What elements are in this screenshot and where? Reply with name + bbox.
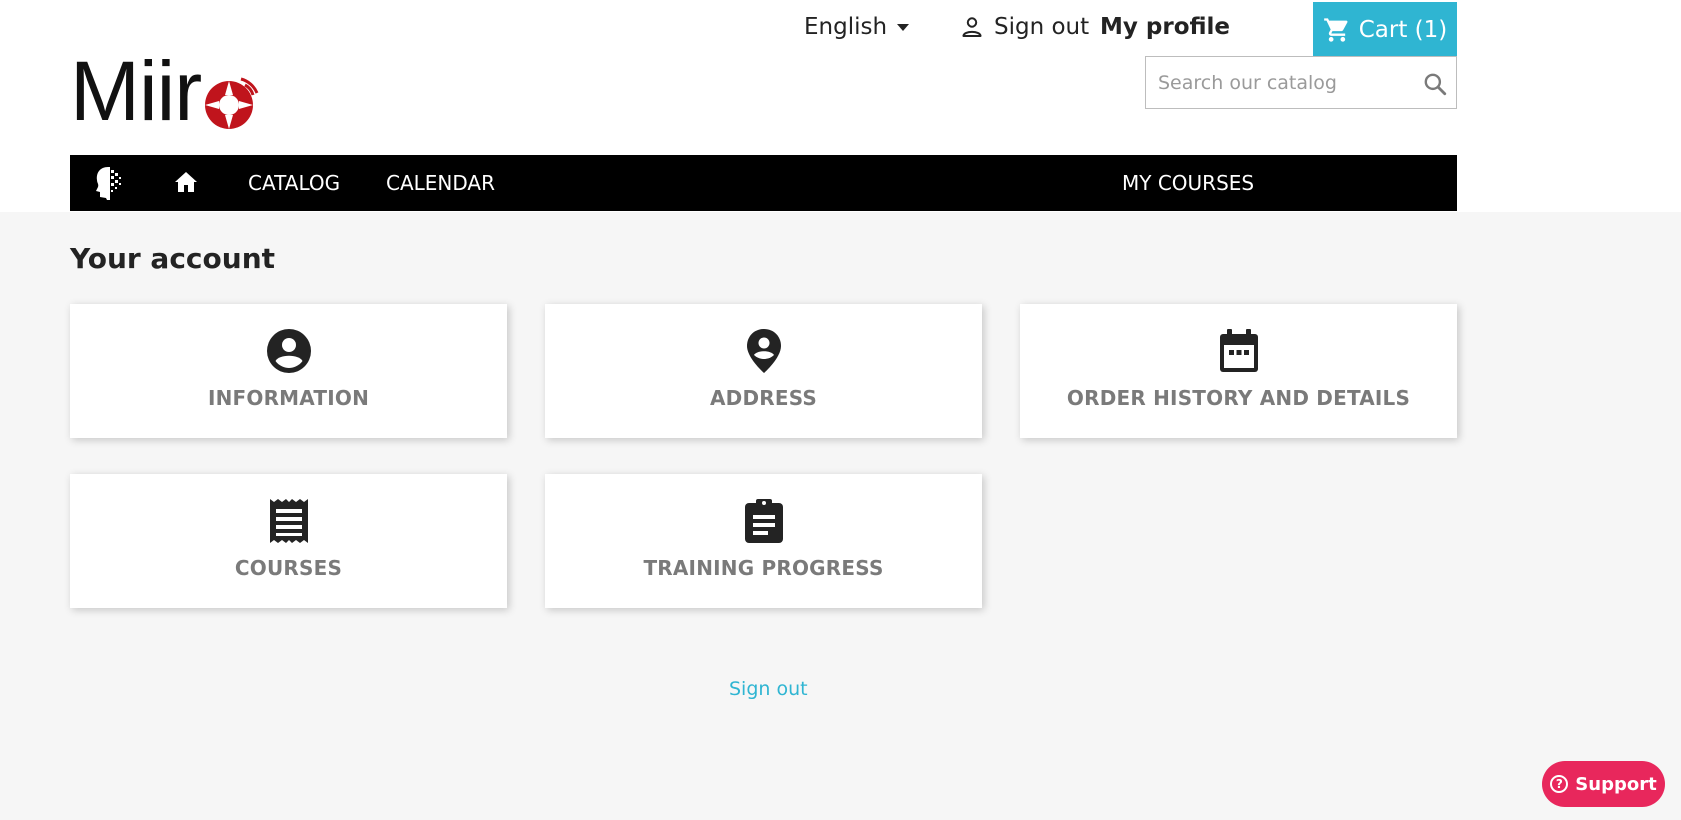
nav-catalog[interactable]: CATALOG xyxy=(248,171,340,195)
search-input[interactable] xyxy=(1146,71,1406,94)
nav-calendar[interactable]: CALENDAR xyxy=(386,171,495,195)
top-bar: English Sign out My profile Cart (1) xyxy=(0,0,1681,58)
main-navigation: CATALOG CALENDAR MY COURSES xyxy=(70,155,1457,211)
tile-training-progress[interactable]: TRAINING PROGRESS xyxy=(545,474,982,608)
account-circle-icon xyxy=(266,329,311,373)
nav-my-courses[interactable]: MY COURSES xyxy=(1122,171,1254,195)
tile-address[interactable]: ADDRESS xyxy=(545,304,982,438)
my-profile-link[interactable]: My profile xyxy=(1100,14,1230,40)
language-selector[interactable]: English xyxy=(804,14,910,40)
tile-courses[interactable]: COURSES xyxy=(70,474,507,608)
tile-address-label: ADDRESS xyxy=(709,386,818,410)
shopping-cart-icon xyxy=(1323,17,1348,42)
site-header: English Sign out My profile Cart (1) Mii… xyxy=(0,0,1681,212)
tile-courses-label: COURSES xyxy=(234,556,343,580)
language-label: English xyxy=(804,14,888,40)
help-icon: ? xyxy=(1550,775,1569,793)
home-icon[interactable] xyxy=(174,171,198,193)
tile-training-progress-label: TRAINING PROGRESS xyxy=(643,556,884,580)
logo-aperture-icon xyxy=(205,77,259,129)
cart-button[interactable]: Cart (1) xyxy=(1313,2,1457,57)
chevron-down-icon xyxy=(897,23,910,31)
tile-order-history[interactable]: ORDER HISTORY AND DETAILS xyxy=(1020,304,1457,438)
cart-label: Cart (1) xyxy=(1358,16,1448,43)
user-icon xyxy=(962,17,982,37)
tile-information-label: INFORMATION xyxy=(207,386,370,410)
tile-information[interactable]: INFORMATION xyxy=(70,304,507,438)
head-logo-icon[interactable] xyxy=(94,165,126,201)
calendar-icon xyxy=(1219,329,1258,372)
location-pin-icon xyxy=(746,329,781,373)
footer-sign-out-link[interactable]: Sign out xyxy=(729,678,808,700)
account-page: Your account INFORMATION ADDRESS ORDER H… xyxy=(0,212,1681,820)
header-sign-out-link[interactable]: Sign out xyxy=(960,14,1089,40)
site-logo[interactable]: Miir xyxy=(70,49,261,133)
support-label: Support xyxy=(1575,773,1657,795)
receipt-icon xyxy=(269,499,308,543)
search-box xyxy=(1145,56,1457,109)
clipboard-icon xyxy=(744,499,783,543)
search-icon[interactable] xyxy=(1422,71,1448,97)
header-sign-out-label: Sign out xyxy=(994,14,1090,40)
page-title: Your account xyxy=(70,242,276,275)
support-button[interactable]: ? Support xyxy=(1542,761,1665,807)
logo-text: Miir xyxy=(70,44,202,138)
tile-order-history-label: ORDER HISTORY AND DETAILS xyxy=(1066,386,1411,410)
